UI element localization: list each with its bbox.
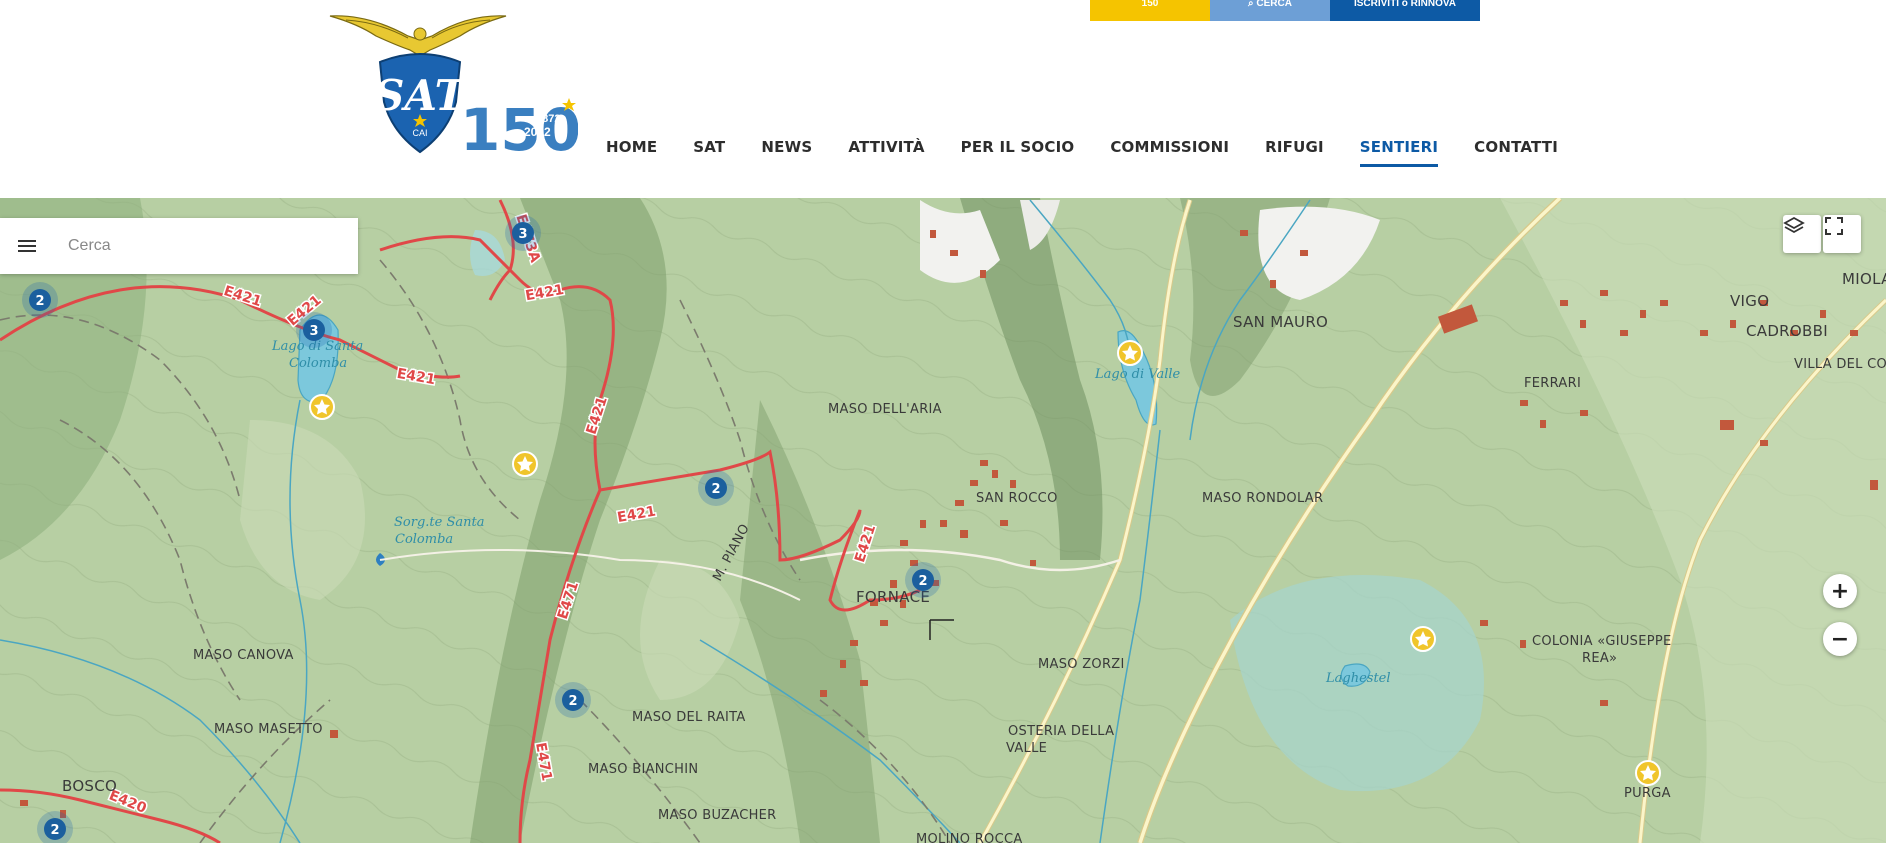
- place-maso-canova: MASO CANOVA: [193, 648, 294, 663]
- nav-attivita[interactable]: ATTIVITÀ: [848, 136, 924, 167]
- cluster-marker[interactable]: 2: [905, 562, 941, 598]
- top-150-link[interactable]: 150: [1090, 0, 1210, 21]
- logo-150-text: 150: [460, 96, 578, 158]
- cluster-count: 2: [35, 294, 44, 309]
- join-renew-button[interactable]: ISCRIVITI o RINNOVA: [1330, 0, 1480, 21]
- place-osteria-2: VALLE: [1006, 741, 1047, 756]
- place-maso-aria: MASO DELL'ARIA: [828, 402, 942, 417]
- map-search-input[interactable]: [66, 236, 330, 256]
- place-ferrari: FERRARI: [1524, 376, 1581, 391]
- place-osteria-1: OSTERIA DELLA: [1008, 724, 1114, 739]
- poi-star-icon[interactable]: [512, 451, 538, 477]
- nav-per-il-socio[interactable]: PER IL SOCIO: [961, 136, 1075, 167]
- place-cadrobbi: CADROBBI: [1746, 322, 1828, 340]
- layers-icon: [1783, 216, 1805, 234]
- nav-commissioni[interactable]: COMMISSIONI: [1110, 136, 1229, 167]
- fullscreen-button[interactable]: [1823, 215, 1861, 253]
- top-bar: 150 ⌕ CERCA ISCRIVITI o RINNOVA: [1090, 0, 1480, 21]
- nav-sat[interactable]: SAT: [693, 136, 725, 167]
- place-villa: VILLA DEL CO: [1794, 357, 1886, 372]
- poi-star-icon[interactable]: [1410, 626, 1436, 652]
- hamburger-menu-icon[interactable]: [16, 238, 38, 254]
- place-bosco: BOSCO: [62, 777, 117, 795]
- place-purga: PURGA: [1624, 786, 1671, 801]
- place-colonia-1: COLONIA «GIUSEPPE: [1532, 634, 1672, 649]
- cluster-marker[interactable]: 3: [505, 215, 541, 251]
- nav-contatti[interactable]: CONTATTI: [1474, 136, 1558, 167]
- eagle-emblem-icon: [329, 15, 507, 57]
- cluster-marker[interactable]: 2: [22, 282, 58, 318]
- place-maso-rondolar: MASO RONDOLAR: [1202, 491, 1323, 506]
- cluster-count: 3: [518, 227, 527, 242]
- water-sorg-1: Sorg.te Santa: [394, 515, 484, 530]
- water-lago-valle: Lago di Valle: [1094, 367, 1181, 382]
- zoom-in-button[interactable]: +: [1823, 574, 1857, 608]
- place-maso-masetto: MASO MASETTO: [214, 722, 323, 737]
- zoom-out-button[interactable]: −: [1823, 622, 1857, 656]
- sat-150-logo[interactable]: SAT CAI 150 1872 2022: [328, 10, 578, 158]
- place-molino: MOLINO ROCCA: [916, 832, 1023, 843]
- place-miola: MIOLA: [1842, 270, 1886, 288]
- logo-year-end: 2022: [524, 125, 551, 139]
- map-search-box: [0, 218, 358, 274]
- nav-home[interactable]: HOME: [606, 136, 657, 167]
- trail-map[interactable]: E421 E421 E421 E421 E421 E421 E421 E473A…: [0, 198, 1886, 843]
- cluster-count: 2: [918, 574, 927, 589]
- logo-cai-text: CAI: [412, 128, 427, 138]
- water-lago-santa-2: Colomba: [289, 356, 347, 371]
- nav-news[interactable]: NEWS: [761, 136, 812, 167]
- nav-sentieri[interactable]: SENTIERI: [1359, 136, 1439, 167]
- logo-sat-text: SAT: [374, 71, 469, 120]
- place-vigo: VIGO: [1730, 292, 1769, 310]
- cluster-marker[interactable]: 2: [698, 470, 734, 506]
- site-header: 150 ⌕ CERCA ISCRIVITI o RINNOVA SAT CAI …: [0, 0, 1886, 198]
- top-search-label: CERCA: [1256, 0, 1292, 9]
- place-maso-buzacher: MASO BUZACHER: [658, 808, 777, 823]
- cluster-marker[interactable]: 3: [296, 312, 332, 348]
- nav-rifugi[interactable]: RIFUGI: [1265, 136, 1324, 167]
- fullscreen-icon: [1825, 217, 1843, 235]
- cluster-marker[interactable]: 2: [555, 682, 591, 718]
- water-sorg-2: Colomba: [395, 532, 453, 547]
- place-san-mauro: SAN MAURO: [1233, 313, 1328, 331]
- map-canvas[interactable]: E421 E421 E421 E421 E421 E421 E421 E473A…: [0, 198, 1886, 843]
- poi-star-icon[interactable]: [1635, 760, 1661, 786]
- logo-year-start: 1872: [536, 113, 560, 125]
- water-laghestel: Laghestel: [1325, 671, 1391, 686]
- place-maso-raita: MASO DEL RAITA: [632, 710, 746, 725]
- cluster-count: 2: [50, 823, 59, 838]
- top-search-button[interactable]: ⌕ CERCA: [1210, 0, 1330, 21]
- place-colonia-2: REA»: [1582, 651, 1617, 666]
- cluster-count: 2: [711, 482, 720, 497]
- poi-star-icon[interactable]: [1117, 340, 1143, 366]
- place-san-rocco: SAN ROCCO: [976, 491, 1058, 506]
- cluster-count: 3: [309, 324, 318, 339]
- layers-button[interactable]: [1783, 215, 1821, 253]
- cluster-count: 2: [568, 694, 577, 709]
- place-maso-zorzi: MASO ZORZI: [1038, 657, 1125, 672]
- poi-star-icon[interactable]: [309, 394, 335, 420]
- main-nav: HOME SAT NEWS ATTIVITÀ PER IL SOCIO COMM…: [606, 136, 1594, 167]
- place-maso-bianchin: MASO BIANCHIN: [588, 762, 698, 777]
